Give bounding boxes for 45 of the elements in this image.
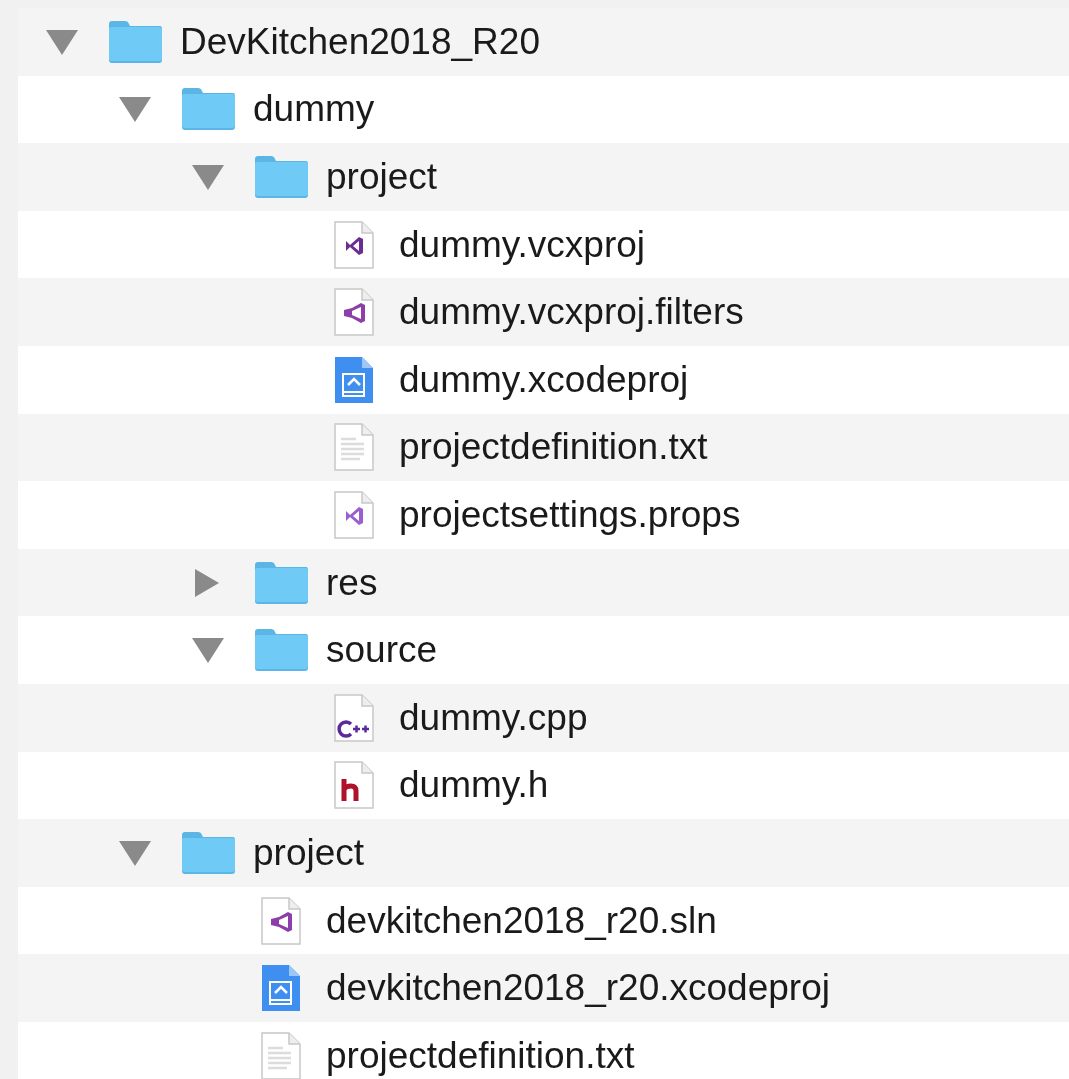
file-name: dummy.vcxproj [399, 223, 646, 266]
disclosure-triangle[interactable] [118, 95, 152, 124]
folder-icon [180, 87, 236, 132]
disclosure-triangle[interactable] [45, 27, 79, 56]
file-name: dummy.vcxproj.filters [399, 291, 744, 334]
list-row[interactable]: project [18, 143, 1069, 211]
disclosure-triangle[interactable] [191, 163, 225, 191]
file-name: dummy.h [399, 764, 549, 807]
file-name: dummy.xcodeproj [399, 358, 689, 401]
list-row[interactable]: dummy.vcxproj.filters [18, 278, 1069, 346]
list-row[interactable]: dummy.cpp [18, 683, 1069, 752]
file-name: dummy.cpp [399, 696, 588, 739]
file-name: projectsettings.props [399, 493, 741, 536]
file-name: project [326, 156, 438, 198]
xcode-file-icon [261, 964, 301, 1013]
file-name: devkitchen2018_r20.xcodeproj [326, 967, 830, 1010]
folder-icon [253, 628, 309, 673]
list-row[interactable]: res [18, 548, 1069, 617]
file-name: devkitchen2018_r20.sln [326, 899, 717, 942]
file-name: res [326, 561, 378, 604]
folder-icon [253, 560, 309, 605]
disclosure-triangle[interactable] [118, 838, 152, 867]
list-row[interactable]: DevKitchen2018_R20 [18, 8, 1069, 76]
folder-icon [253, 155, 309, 199]
file-name: projectdefinition.txt [399, 426, 708, 469]
file-name: dummy [253, 88, 375, 131]
file-name: DevKitchen2018_R20 [180, 20, 540, 63]
list-row[interactable]: project [18, 819, 1069, 887]
file-name: projectdefinition.txt [326, 1034, 635, 1077]
disclosure-triangle[interactable] [191, 636, 225, 665]
list-row[interactable]: devkitchen2018_r20.xcodeproj [18, 954, 1069, 1022]
visual-studio-file-icon [334, 288, 374, 337]
visual-studio-file-icon [334, 220, 374, 269]
list-row[interactable]: projectdefinition.txt [18, 413, 1069, 482]
visual-studio-file-icon [334, 490, 374, 539]
folder-icon [180, 830, 236, 875]
visual-studio-file-icon [261, 896, 301, 945]
header-file-icon [334, 761, 374, 810]
file-name: source [326, 629, 438, 672]
text-file-icon [261, 1031, 301, 1079]
file-name: project [253, 831, 365, 874]
text-file-icon [334, 423, 374, 472]
cpp-file-icon [334, 693, 374, 742]
folder-icon [107, 19, 163, 64]
xcode-file-icon [334, 355, 374, 404]
